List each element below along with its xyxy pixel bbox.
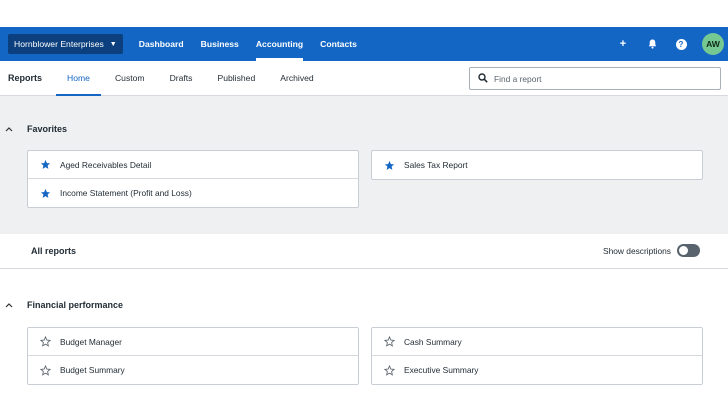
star-filled-icon[interactable] <box>39 159 51 171</box>
tab-archived[interactable]: Archived <box>269 61 324 96</box>
all-reports-bar: All reports Show descriptions <box>0 234 728 269</box>
page-title: Reports <box>8 73 43 83</box>
tab-drafts[interactable]: Drafts <box>159 61 204 96</box>
nav-business[interactable]: Business <box>201 27 239 61</box>
list-item[interactable]: Executive Summary <box>372 356 702 384</box>
list-item[interactable]: Aged Receivables Detail <box>28 151 358 179</box>
report-name: Cash Summary <box>404 336 462 347</box>
report-name: Sales Tax Report <box>404 160 468 170</box>
search-box[interactable] <box>469 67 721 90</box>
financial-list-left: Budget Manager Budget Summary <box>27 327 359 385</box>
caret-down-icon: ▼ <box>109 40 117 48</box>
nav-dashboard[interactable]: Dashboard <box>139 27 184 61</box>
org-name: Hornblower Enterprises <box>14 39 104 49</box>
report-name: Executive Summary <box>404 365 479 375</box>
star-outline-icon[interactable] <box>383 364 395 376</box>
star-filled-icon[interactable] <box>383 159 395 171</box>
search-input[interactable] <box>494 73 694 84</box>
report-name: Budget Manager <box>60 336 122 347</box>
favorites-list-right: Sales Tax Report <box>371 150 703 180</box>
org-switcher[interactable]: Hornblower Enterprises ▼ <box>8 34 123 54</box>
financial-performance-section: Financial performance Budget Manager Bud… <box>0 269 728 385</box>
star-outline-icon[interactable] <box>383 336 395 348</box>
list-item[interactable]: Budget Summary <box>28 356 358 384</box>
report-name: Budget Summary <box>60 365 125 375</box>
top-gap <box>0 0 728 27</box>
list-item[interactable]: Sales Tax Report <box>372 151 702 179</box>
chevron-up-icon[interactable] <box>5 125 15 134</box>
nav-accounting[interactable]: Accounting <box>255 27 304 61</box>
report-name: Aged Receivables Detail <box>60 159 152 170</box>
list-item[interactable]: Income Statement (Profit and Loss) <box>28 179 358 207</box>
financial-performance-heading: Financial performance <box>27 300 124 310</box>
help-button[interactable]: ? <box>673 36 689 52</box>
plus-icon[interactable]: + <box>615 36 631 52</box>
help-icon: ? <box>675 38 687 50</box>
tab-published[interactable]: Published <box>206 61 266 96</box>
reports-subnav: Reports Home Custom Drafts Published Arc… <box>0 61 728 97</box>
star-filled-icon[interactable] <box>39 187 51 199</box>
favorites-list-left: Aged Receivables Detail Income Statement… <box>27 150 359 208</box>
toggle-label: Show descriptions <box>603 245 671 256</box>
search-icon <box>478 70 488 88</box>
all-reports-heading: All reports <box>31 246 77 256</box>
chevron-up-icon[interactable] <box>5 301 15 310</box>
financial-list-right: Cash Summary Executive Summary <box>371 327 703 385</box>
nav-contacts[interactable]: Contacts <box>320 27 357 61</box>
tab-home[interactable]: Home <box>56 61 101 97</box>
show-descriptions-control: Show descriptions <box>603 244 700 257</box>
favorites-section: Favorites Aged Receivables Detail Income… <box>0 96 728 234</box>
financial-performance-header[interactable]: Financial performance <box>0 295 123 315</box>
star-outline-icon[interactable] <box>39 336 51 348</box>
favorites-heading: Favorites <box>27 124 68 134</box>
tab-custom[interactable]: Custom <box>104 61 156 96</box>
favorites-header[interactable]: Favorites <box>0 119 67 139</box>
list-item[interactable]: Budget Manager <box>28 328 358 356</box>
avatar[interactable]: AW <box>702 33 724 55</box>
list-item[interactable]: Cash Summary <box>372 328 702 356</box>
show-descriptions-toggle[interactable] <box>677 244 700 257</box>
report-name: Income Statement (Profit and Loss) <box>60 188 192 198</box>
star-outline-icon[interactable] <box>39 364 51 376</box>
nav-right-tools: + ? AW <box>615 27 724 61</box>
top-navbar: Hornblower Enterprises ▼ Dashboard Busin… <box>0 27 728 61</box>
bell-icon[interactable] <box>644 36 660 52</box>
